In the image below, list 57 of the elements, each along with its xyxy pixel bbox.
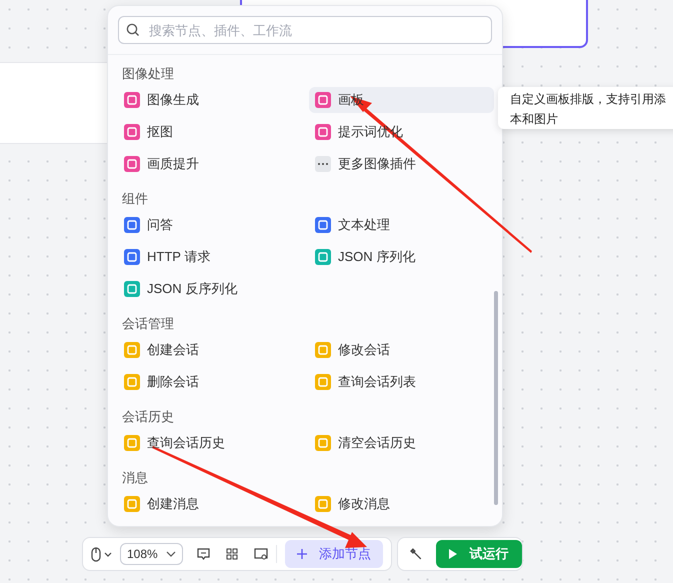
plugin-icon <box>315 342 331 358</box>
grid-icon[interactable] <box>226 548 238 560</box>
tooltip-text: 自定义画板排版，支持引用添 本和图片 <box>510 91 667 128</box>
node-item[interactable]: 文本处理 <box>309 212 494 238</box>
section-heading: 组件 <box>121 190 149 208</box>
plugin-icon <box>315 374 331 390</box>
mouse-icon <box>91 546 101 562</box>
wrench-icon[interactable] <box>410 548 423 560</box>
node-item[interactable]: 图像生成 <box>118 87 309 113</box>
play-icon <box>449 549 458 559</box>
node-item[interactable]: 创建会话 <box>118 337 309 363</box>
section-heading: 图像处理 <box>121 65 175 83</box>
zoom-select[interactable]: 108% <box>120 543 183 565</box>
plugin-icon <box>124 249 140 265</box>
plugin-icon <box>124 124 140 140</box>
caret-icon <box>104 552 112 556</box>
node-item[interactable]: 查询会话历史 <box>118 430 309 456</box>
search-icon <box>126 23 140 37</box>
plugin-icon <box>124 281 140 297</box>
plugin-icon <box>124 342 140 358</box>
plugin-icon <box>315 435 331 451</box>
plus-icon <box>297 549 307 559</box>
plugin-icon <box>124 435 140 451</box>
more-icon <box>315 156 331 172</box>
node-item[interactable]: 更多图像插件 <box>309 151 494 177</box>
plugin-icon <box>315 92 331 108</box>
scrollbar-thumb[interactable] <box>494 291 498 505</box>
search-field[interactable]: 搜索节点、插件、工作流 <box>118 16 492 44</box>
section-heading: 消息 <box>121 469 149 487</box>
node-item[interactable]: 查询会话列表 <box>309 369 494 395</box>
section-heading: 会话管理 <box>121 315 175 333</box>
mouse-mode-button[interactable] <box>91 546 112 562</box>
plugin-icon <box>315 217 331 233</box>
plugin-icon <box>315 496 331 512</box>
plugin-icon <box>124 92 140 108</box>
node-item[interactable]: JSON 序列化 <box>309 244 494 270</box>
node-item[interactable]: 修改消息 <box>309 491 494 517</box>
plugin-icon <box>124 217 140 233</box>
node-item[interactable]: JSON 反序列化 <box>118 276 309 302</box>
node-item[interactable]: 删除会话 <box>118 369 309 395</box>
node-item[interactable]: 创建消息 <box>118 491 309 517</box>
image-icon[interactable] <box>254 548 268 560</box>
section-heading: 会话历史 <box>121 408 175 426</box>
node-item[interactable]: HTTP 请求 <box>118 244 309 270</box>
plugin-icon <box>124 374 140 390</box>
plugin-icon <box>315 124 331 140</box>
node-item[interactable]: 修改会话 <box>309 337 494 363</box>
node-item[interactable]: 画质提升 <box>118 151 309 177</box>
plugin-icon <box>124 156 140 172</box>
comment-icon[interactable] <box>197 548 210 560</box>
caret-icon <box>166 551 176 557</box>
node-item[interactable]: 抠图 <box>118 119 309 145</box>
plugin-icon <box>124 496 140 512</box>
add-node-button[interactable]: 添加节点 <box>285 540 383 568</box>
plugin-icon <box>315 249 331 265</box>
node-item[interactable]: 问答 <box>118 212 309 238</box>
node-item[interactable]: 清空会话历史 <box>309 430 494 456</box>
